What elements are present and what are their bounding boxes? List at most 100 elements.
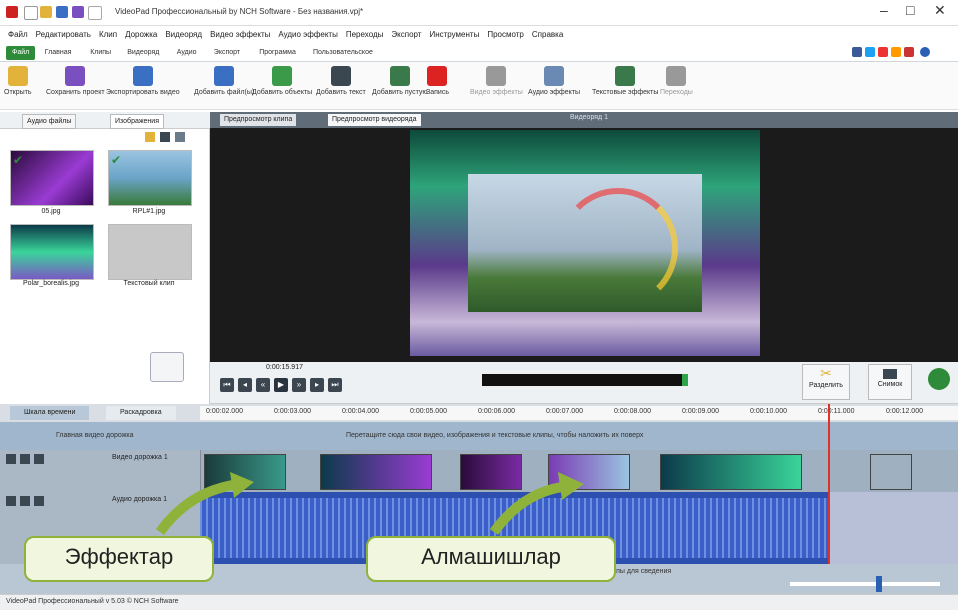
loop-icon[interactable] [928,368,950,390]
eye-icon[interactable] [20,454,30,464]
forward-button[interactable]: » [292,378,306,392]
minimize-button[interactable]: – [880,2,888,18]
menu-item[interactable]: Редактировать [36,30,91,39]
play-button[interactable]: ▶ [274,378,288,392]
add-media-icon[interactable] [150,352,184,382]
ribbon-tab[interactable]: Экспорт [208,46,246,60]
toolbar-button-label: Текстовые эффекты [592,89,659,96]
close-button[interactable]: ✕ [934,2,946,19]
ribbon-tab[interactable]: Аудио [171,46,203,60]
folder-icon[interactable] [145,132,155,142]
share-icon[interactable] [891,47,901,57]
ruler-tick-label: 0:00:09.000 [682,408,719,415]
toolbar-button[interactable]: Запись [426,66,449,96]
collapse-icon[interactable] [6,496,16,506]
time-ruler[interactable]: 0:00:02.000 0:00:03.000 0:00:04.000 0:00:05… [200,406,958,420]
video-clip[interactable] [870,454,912,490]
arrow-shaft [155,479,241,535]
playhead[interactable] [828,404,830,564]
media-item-aurora[interactable] [10,224,94,280]
ruler-tick-label: 0:00:11.000 [818,408,855,415]
help-icon[interactable] [920,47,930,57]
video-clip[interactable] [660,454,802,490]
tab-images[interactable]: Изображения [110,114,164,129]
new-icon[interactable] [24,6,38,20]
prev-frame-button[interactable]: ◂ [238,378,252,392]
toolbar-button[interactable]: Аудио эффекты [528,66,580,96]
tab-sequence-preview[interactable]: Предпросмотр видеоряда [328,114,421,126]
toolbar-button[interactable]: Добавить пустую [372,66,428,96]
ribbon-tab[interactable]: Видеоряд [121,46,165,60]
save-icon[interactable] [56,6,68,18]
toolbar-button[interactable]: Добавить объекты [252,66,312,96]
audio-fx-icon [544,66,565,86]
toolbar-button[interactable]: Сохранить проект [46,66,105,96]
twitter-icon[interactable] [865,47,875,57]
grid-view-icon[interactable] [175,132,186,142]
ruler-tick-label: 0:00:05.000 [410,408,447,415]
add-file-icon [214,66,235,86]
media-item-text-clip[interactable] [108,224,192,280]
menu-item[interactable]: Экспорт [391,30,421,39]
menu-item[interactable]: Переходы [346,30,384,39]
overlay-track[interactable]: Главная видео дорожка Перетащите сюда св… [0,422,958,450]
toolbar-button[interactable]: Добавить текст [316,66,366,96]
bin-view-buttons[interactable] [145,132,205,144]
ribbon-tab[interactable]: Пользовательское [307,46,379,60]
arrow-effects [155,472,254,535]
next-frame-button[interactable]: ▸ [310,378,324,392]
menu-item[interactable]: Аудио эффекты [278,30,338,39]
ribbon-tab[interactable]: Главная [39,46,78,60]
menu-item[interactable]: Просмотр [487,30,524,39]
split-button[interactable]: ✂ Разделить [802,364,850,400]
facebook-icon[interactable] [852,47,862,57]
ribbon-tab[interactable]: Клипы [84,46,117,60]
toolbar-button[interactable]: Открыть [4,66,32,96]
snapshot-button[interactable]: Снимок [868,364,912,400]
video-track[interactable]: Видео дорожка 1 [0,450,958,492]
lock-icon[interactable] [34,454,44,464]
ruler-tick-label: 0:00:04.000 [342,408,379,415]
maximize-button[interactable]: □ [906,2,914,18]
ruler-tick-label: 0:00:06.000 [478,408,515,415]
menu-item[interactable]: Файл [8,30,28,39]
tab-timeline[interactable]: Шкала времени [10,406,90,420]
tab-storyboard[interactable]: Раскадровка [106,406,176,420]
media-item-rainbow[interactable]: ✔ [108,150,192,206]
go-end-button[interactable]: ⏭ [328,378,342,392]
redo-icon[interactable] [88,6,102,20]
menu-item[interactable]: Видеоряд [165,30,202,39]
speaker-icon[interactable] [20,496,30,506]
menu-item[interactable]: Дорожка [125,30,157,39]
ribbon-tab[interactable]: Программа [253,46,302,60]
video-clip[interactable] [320,454,432,490]
tab-clip-preview[interactable]: Предпросмотр клипа [220,114,297,126]
toolbar-button[interactable]: Видео эффекты [470,66,523,96]
ribbon-tab[interactable]: Файл [6,46,36,60]
menu-item[interactable]: Видео эффекты [210,30,270,39]
undo-icon[interactable] [72,6,84,18]
tab-audio-files[interactable]: Аудио файлы [22,114,77,129]
google-icon[interactable] [904,47,914,57]
collapse-icon[interactable] [6,454,16,464]
toolbar-button[interactable]: Переходы [660,66,693,96]
toolbar-button[interactable]: Текстовые эффекты [592,66,658,96]
menu-item[interactable]: Клип [99,30,117,39]
text-fx-icon [615,66,636,86]
go-start-button[interactable]: ⏮ [220,378,234,392]
lock-icon[interactable] [34,496,44,506]
menu-item[interactable]: Инструменты [429,30,479,39]
rewind-button[interactable]: « [256,378,270,392]
zoom-handle[interactable] [876,576,882,592]
menu-item[interactable]: Справка [532,30,563,39]
callout-effects: Эффектар [24,536,214,582]
toolbar-button[interactable]: Экспортировать видео [106,66,180,96]
media-item-05[interactable]: ✔ [10,150,94,206]
overlay-track-label: Главная видео дорожка [56,432,134,439]
toolbar-button[interactable]: Добавить файл(ы) [194,66,254,96]
youtube-icon[interactable] [878,47,888,57]
open-icon[interactable] [40,6,52,18]
zoom-slider[interactable] [790,576,940,592]
title-bar: VideoPad Профессиональный by NCH Softwar… [0,0,958,26]
list-view-icon[interactable] [160,132,171,142]
